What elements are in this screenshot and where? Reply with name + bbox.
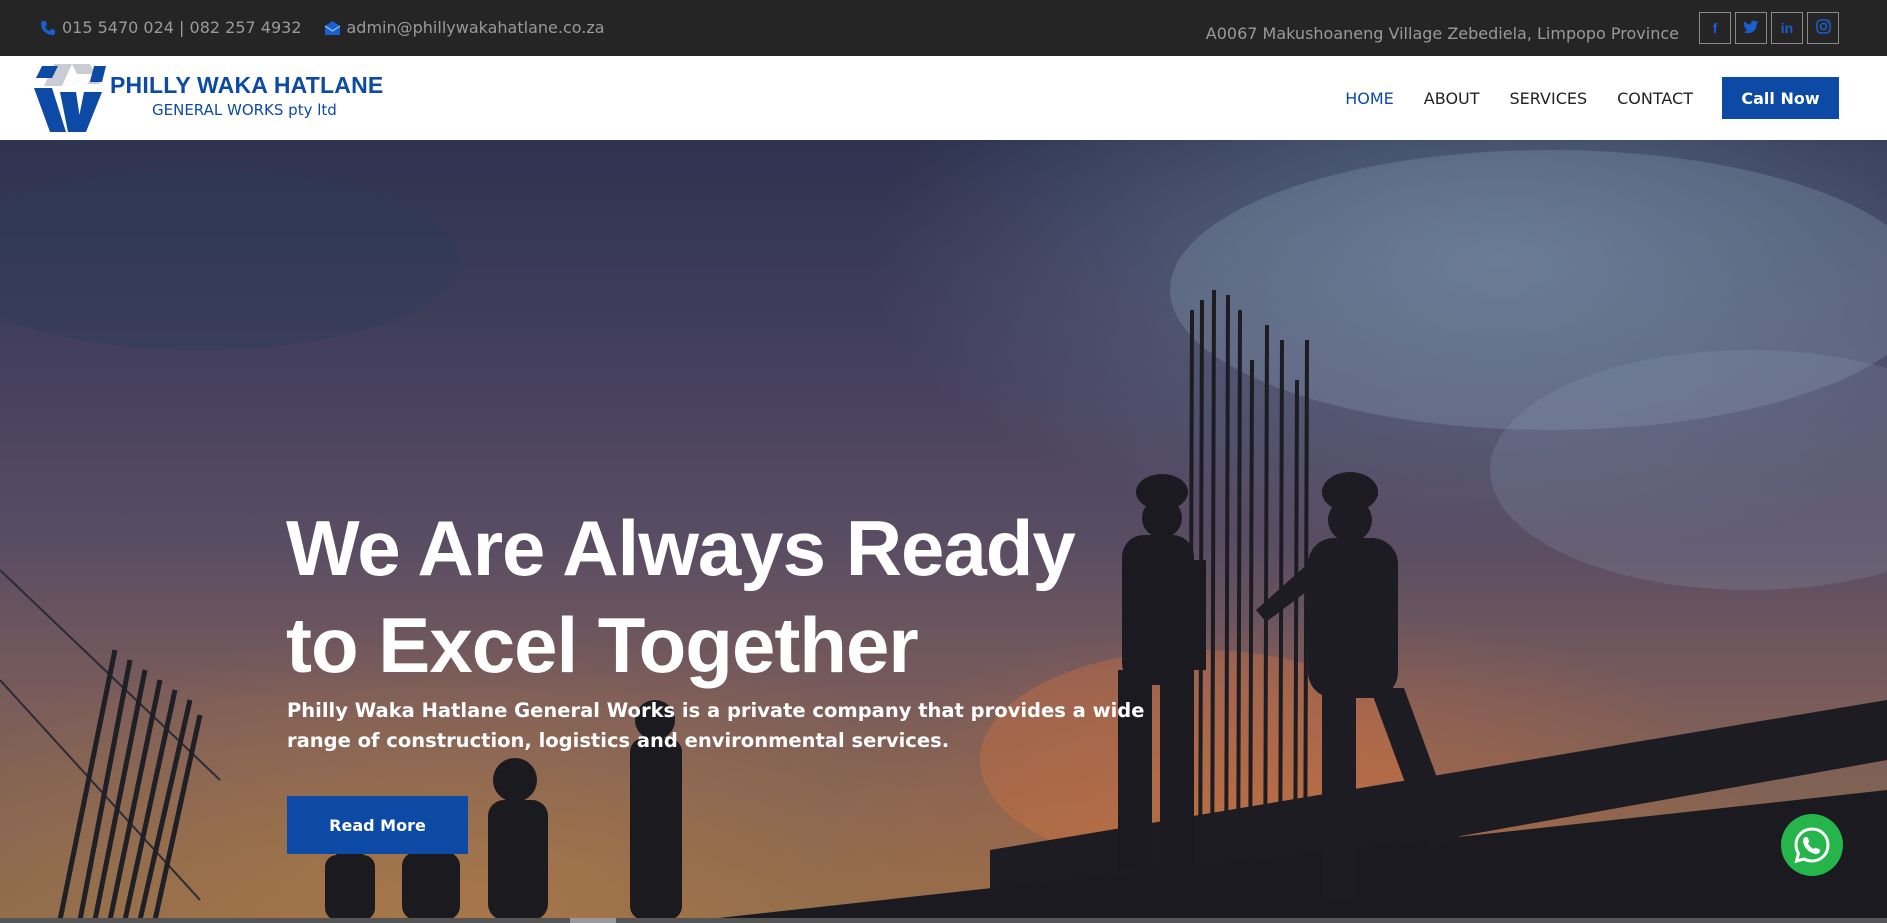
twitter-icon bbox=[1743, 20, 1759, 37]
pwh-logo-icon bbox=[34, 64, 106, 132]
facebook-link[interactable]: f bbox=[1699, 12, 1731, 44]
nav-services[interactable]: SERVICES bbox=[1510, 89, 1588, 108]
nav-home[interactable]: HOME bbox=[1345, 89, 1394, 108]
phone-numbers[interactable]: 015 5470 024 | 082 257 4932 bbox=[62, 18, 302, 37]
email-link[interactable]: admin@phillywakahatlane.co.za bbox=[347, 18, 605, 37]
brand-name: PHILLY WAKA HATLANE bbox=[110, 72, 384, 98]
instagram-link[interactable] bbox=[1807, 12, 1839, 44]
main-navbar: PHILLY WAKA HATLANE GENERAL WORKS pty lt… bbox=[0, 56, 1887, 140]
hero-title: We Are Always Ready to Excel Together bbox=[286, 500, 1186, 694]
linkedin-link[interactable]: in bbox=[1771, 12, 1803, 44]
hero-banner: We Are Always Ready to Excel Together Ph… bbox=[0, 140, 1887, 920]
horizontal-scrollbar[interactable] bbox=[0, 918, 1887, 923]
address-text: A0067 Makushoaneng Village Zebediela, Li… bbox=[1205, 24, 1679, 43]
top-bar: 015 5470 024 | 082 257 4932 admin@philly… bbox=[0, 0, 1887, 56]
read-more-button[interactable]: Read More bbox=[287, 796, 468, 854]
whatsapp-icon bbox=[1794, 827, 1830, 864]
nav-contact[interactable]: CONTACT bbox=[1617, 89, 1693, 108]
hero-title-line-1: We Are Always Ready bbox=[286, 504, 1076, 592]
hero-description: Philly Waka Hatlane General Works is a p… bbox=[287, 699, 1145, 752]
brand-logo[interactable]: PHILLY WAKA HATLANE GENERAL WORKS pty lt… bbox=[32, 62, 383, 136]
twitter-link[interactable] bbox=[1735, 12, 1767, 44]
facebook-icon: f bbox=[1712, 20, 1718, 36]
primary-menu: HOME ABOUT SERVICES CONTACT bbox=[1345, 89, 1693, 108]
instagram-icon bbox=[1815, 19, 1831, 37]
call-now-button[interactable]: Call Now bbox=[1722, 77, 1839, 119]
phone-icon bbox=[40, 20, 56, 36]
social-links: f in bbox=[1699, 12, 1839, 44]
hero-title-line-2: to Excel Together bbox=[286, 601, 919, 689]
brand-tagline: GENERAL WORKS pty ltd bbox=[152, 101, 337, 119]
envelope-icon bbox=[324, 20, 341, 36]
scrollbar-thumb[interactable] bbox=[570, 918, 616, 923]
contact-info: 015 5470 024 | 082 257 4932 admin@philly… bbox=[40, 18, 605, 37]
linkedin-icon: in bbox=[1780, 20, 1794, 36]
nav-about[interactable]: ABOUT bbox=[1424, 89, 1480, 108]
whatsapp-chat-button[interactable] bbox=[1781, 814, 1843, 876]
